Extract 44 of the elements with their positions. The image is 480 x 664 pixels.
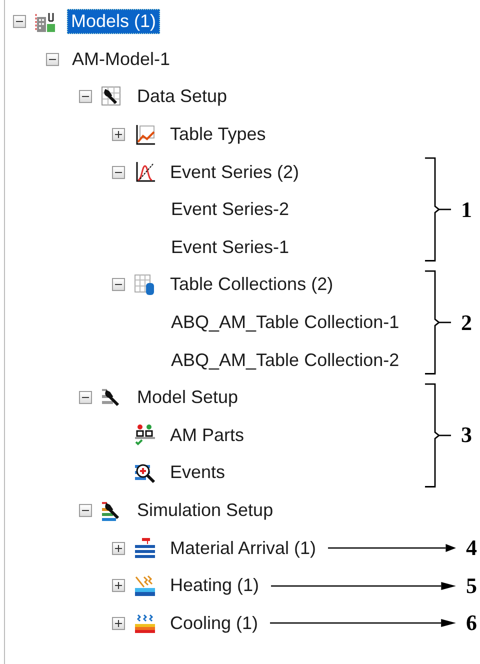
expand-icon[interactable]: [112, 542, 125, 555]
expand-icon[interactable]: [112, 616, 125, 630]
tree-item[interactable]: Table Collections (2): [166, 272, 338, 298]
tree-item[interactable]: ABQ_AM_Table Collection-1: [167, 310, 404, 336]
collapse-icon[interactable]: [112, 166, 125, 179]
tree-item[interactable]: AM Parts: [166, 422, 248, 448]
collapse-icon[interactable]: [112, 278, 125, 292]
callout-number: 6: [466, 610, 478, 636]
callout-number: 2: [461, 310, 472, 336]
layers-icon: [134, 537, 156, 560]
table-database-icon: [134, 274, 156, 296]
tree-item[interactable]: Data Setup: [133, 84, 232, 110]
heating-icon: [134, 574, 156, 597]
building-icon: [35, 10, 57, 33]
tree-item[interactable]: Cooling (1): [166, 610, 262, 636]
callout-number: 1: [461, 196, 472, 223]
cooling-icon: [134, 612, 156, 634]
tree-item[interactable]: Event Series-2: [167, 197, 294, 222]
tree-item[interactable]: Model Setup: [133, 385, 242, 410]
curve-chart-icon: [134, 161, 156, 184]
callout-number: 5: [466, 572, 478, 599]
callout-number: 3: [461, 422, 472, 448]
collapse-icon[interactable]: [46, 52, 59, 66]
tree-item[interactable]: AM-Model-1: [68, 46, 174, 72]
line-chart-icon: [134, 124, 156, 146]
collapse-icon[interactable]: [79, 90, 92, 104]
table-wrench-icon: [101, 86, 123, 108]
parts-icon: [134, 424, 156, 446]
tree-item[interactable]: Simulation Setup: [133, 498, 278, 524]
collapse-icon[interactable]: [79, 391, 92, 404]
expand-icon[interactable]: [112, 128, 125, 142]
callout-number: 4: [466, 535, 478, 562]
tree-item[interactable]: Material Arrival (1): [166, 536, 320, 561]
tree-item[interactable]: Models (1): [67, 9, 160, 34]
tree-item[interactable]: Events: [166, 460, 230, 486]
collapse-icon[interactable]: [79, 504, 92, 518]
collapse-icon[interactable]: [13, 15, 26, 28]
tree-item[interactable]: Event Series-1: [167, 234, 294, 260]
magnifier-icon: [134, 462, 156, 484]
tree-item[interactable]: Table Types: [166, 122, 270, 148]
expand-icon[interactable]: [112, 579, 125, 592]
tree-item[interactable]: ABQ_AM_Table Collection-2: [167, 348, 404, 373]
tree-item[interactable]: Event Series (2): [166, 160, 304, 185]
tree-item[interactable]: Heating (1): [166, 573, 264, 598]
